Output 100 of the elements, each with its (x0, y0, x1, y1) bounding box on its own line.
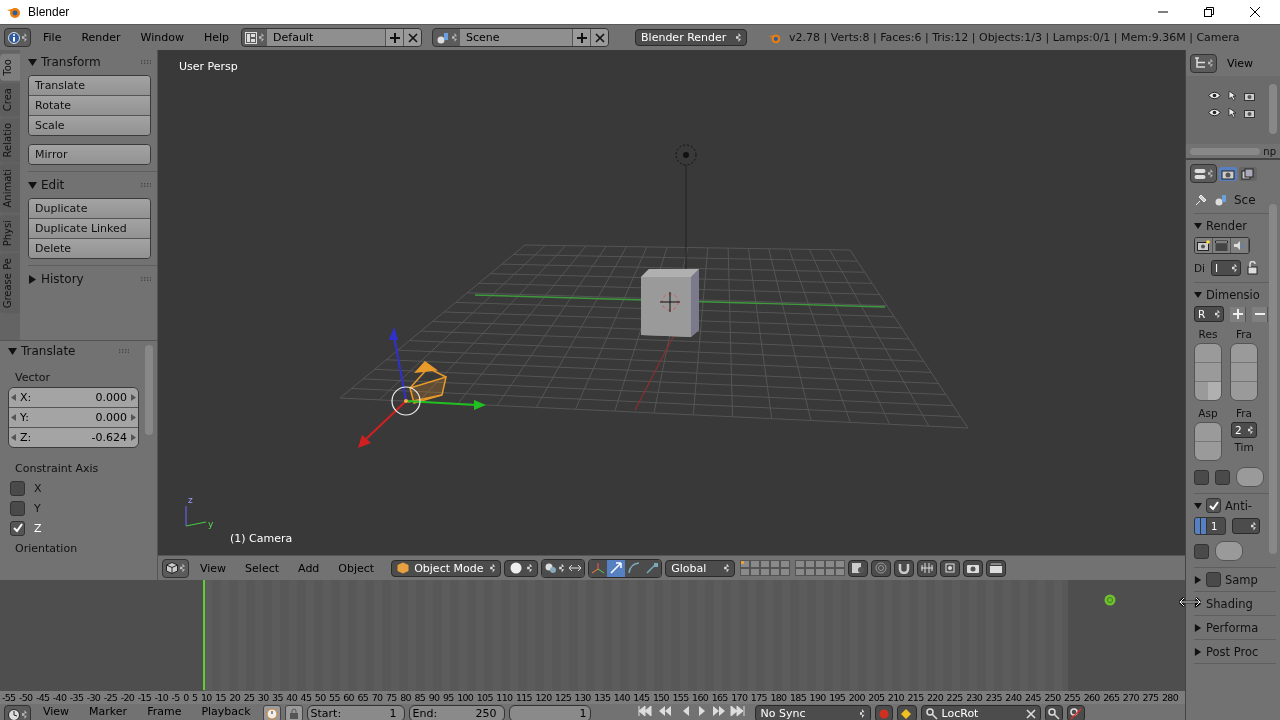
panel-title[interactable]: Render (1206, 218, 1247, 233)
orientation-dropdown[interactable]: Global (665, 559, 736, 577)
menu-item[interactable]: Frame (139, 705, 190, 718)
panel-title[interactable]: Performa (1206, 620, 1259, 635)
camera-icon[interactable] (1244, 107, 1255, 118)
checkbox[interactable] (1206, 498, 1221, 513)
menu-item[interactable]: Window (132, 31, 192, 44)
editor-type-button[interactable] (1190, 53, 1217, 73)
clock-icon[interactable] (262, 705, 281, 720)
tool-tab[interactable]: Grease Pe (0, 253, 20, 314)
shading-dropdown[interactable] (504, 559, 539, 577)
drag-grip-icon[interactable] (141, 277, 151, 281)
frame-rate-dropdown[interactable]: 2 (1231, 422, 1257, 438)
toggles-icon[interactable] (1194, 167, 1206, 180)
camera-icon[interactable] (1244, 90, 1255, 101)
expanded-triangle-icon[interactable] (1194, 501, 1202, 510)
panel-title[interactable]: History (41, 272, 84, 286)
checkbox[interactable] (1194, 469, 1209, 485)
menu-item[interactable]: Object (330, 561, 383, 575)
samples-selector[interactable]: 1 (1194, 517, 1226, 535)
tree-icon[interactable] (1194, 57, 1206, 69)
number-field[interactable]: Z: -0.624 (9, 428, 138, 447)
tool-button[interactable]: Delete (29, 239, 150, 258)
keyframe-icon[interactable] (896, 705, 917, 720)
number-field[interactable]: Y: 0.000 (9, 408, 138, 428)
tool-tab[interactable]: Relatio (0, 117, 20, 163)
lock-icon[interactable] (284, 705, 303, 720)
snap-target-icon[interactable] (940, 559, 961, 577)
expanded-triangle-icon[interactable] (28, 180, 37, 190)
drag-grip-icon[interactable] (119, 349, 129, 353)
right-arrow-icon[interactable] (131, 414, 136, 421)
tool-button[interactable]: Translate (29, 76, 150, 96)
drag-grip-icon[interactable] (141, 183, 151, 187)
scale-icon[interactable] (643, 559, 662, 577)
curve-icon[interactable] (625, 559, 644, 577)
speaker-icon[interactable] (1231, 238, 1249, 253)
filter-dropdown[interactable] (1232, 518, 1260, 534)
clear-icon[interactable] (1025, 708, 1036, 719)
sphere-icon[interactable] (510, 562, 523, 574)
left-arrow-icon[interactable] (11, 434, 16, 441)
current-frame-field[interactable]: 1 (508, 705, 591, 720)
checkbox[interactable] (1194, 543, 1209, 559)
viewport[interactable]: User Persp z y (1) Camera (158, 50, 1185, 555)
minus-icon[interactable] (1252, 306, 1268, 322)
sync-dropdown[interactable]: No Sync (754, 705, 871, 720)
tool-tab[interactable]: Animati (0, 164, 20, 213)
axes-icon[interactable] (589, 559, 608, 577)
menu-item[interactable]: File (35, 31, 70, 44)
panel-title[interactable]: Edit (41, 178, 65, 192)
menu-item[interactable]: Add (290, 561, 328, 575)
frame-range-fields[interactable] (1230, 343, 1258, 401)
expanded-triangle-icon[interactable] (1194, 221, 1202, 230)
eye-icon[interactable] (1208, 108, 1221, 117)
playback-controls-icon[interactable] (636, 705, 747, 717)
camera-render-icon[interactable] (963, 559, 984, 577)
start-frame-field[interactable]: Start: 1 (306, 705, 405, 720)
keying-set-field[interactable]: LocRot (920, 705, 1041, 720)
clock-icon[interactable] (8, 708, 20, 720)
end-frame-field[interactable]: End: 250 (408, 705, 505, 720)
panel-title[interactable]: Shading (1206, 596, 1253, 611)
snap-increment-icon[interactable] (917, 559, 938, 577)
layer-lock-icon[interactable] (848, 559, 869, 577)
panel-title[interactable]: Samp (1225, 572, 1258, 587)
number-field[interactable]: X: 0.000 (9, 388, 138, 408)
menu-item[interactable]: View (192, 561, 235, 575)
panel-title[interactable]: Transform (41, 55, 101, 69)
menu-item[interactable]: Help (195, 31, 238, 44)
close-icon[interactable] (1250, 7, 1260, 17)
mode-dropdown[interactable]: Object Mode (391, 559, 502, 577)
circles-icon[interactable] (544, 562, 559, 574)
menu-item[interactable]: View (1223, 56, 1258, 70)
tool-button[interactable]: Rotate (29, 96, 150, 116)
tool-tab[interactable]: Too (0, 54, 20, 81)
tool-button[interactable]: Mirror (29, 145, 150, 164)
proportional-edit-icon[interactable] (871, 559, 892, 577)
checkbox[interactable] (10, 520, 25, 536)
tool-tab[interactable]: Crea (0, 82, 20, 116)
render-tab[interactable] (1219, 166, 1237, 181)
pin-icon[interactable] (1194, 193, 1208, 207)
drag-grip-icon[interactable] (141, 60, 151, 64)
render-engine-dropdown[interactable]: Blender Render (635, 29, 748, 46)
resolution-fields[interactable] (1194, 343, 1222, 401)
right-arrow-icon[interactable] (131, 434, 136, 441)
tool-button[interactable]: Duplicate (29, 199, 150, 219)
checkbox[interactable] (10, 500, 25, 516)
scrollbar[interactable] (1269, 204, 1277, 554)
tool-button[interactable]: Scale (29, 116, 150, 135)
expanded-triangle-icon[interactable] (1194, 290, 1202, 299)
arrows-icon[interactable] (566, 559, 585, 577)
left-arrow-icon[interactable] (11, 414, 16, 421)
expanded-triangle-icon[interactable] (8, 346, 17, 356)
preset-dropdown[interactable]: R (1194, 306, 1224, 322)
panel-title[interactable]: Translate (21, 344, 76, 358)
pivot-point-dropdown[interactable] (542, 559, 567, 577)
editor-type-button[interactable] (4, 705, 31, 720)
tool-tab[interactable]: Physi (0, 214, 20, 251)
filter-size-field[interactable] (1215, 541, 1243, 561)
collapsed-triangle-icon[interactable] (1194, 599, 1202, 608)
editor-type-button[interactable] (162, 558, 189, 578)
panel-title[interactable]: Post Proc (1206, 644, 1259, 659)
